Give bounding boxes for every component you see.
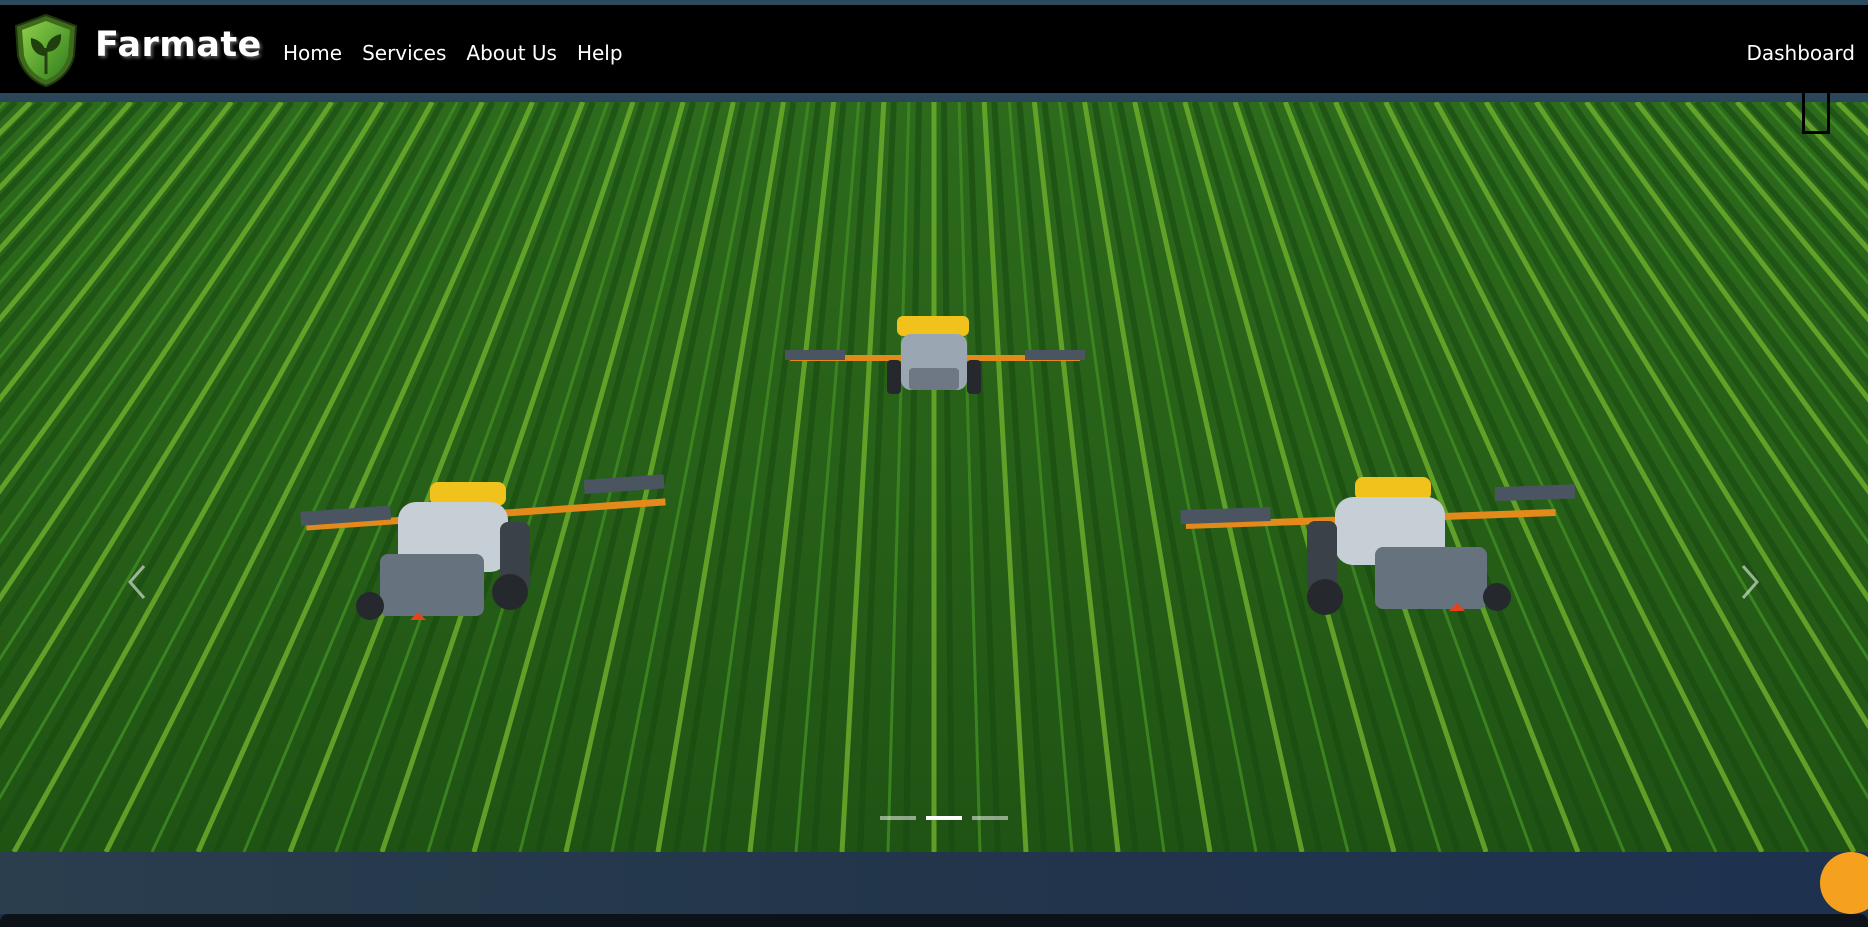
carousel-indicator-1[interactable] bbox=[880, 816, 916, 820]
nav-help[interactable]: Help bbox=[577, 41, 623, 65]
hero-carousel bbox=[0, 102, 1868, 852]
hero-image bbox=[0, 102, 1868, 852]
carousel-indicator-3[interactable] bbox=[972, 816, 1008, 820]
carousel-indicator-2[interactable] bbox=[926, 816, 962, 820]
nav-home[interactable]: Home bbox=[283, 41, 342, 65]
carousel-indicators bbox=[880, 816, 1008, 820]
content-panel-edge bbox=[0, 914, 1868, 927]
dashboard-link[interactable]: Dashboard bbox=[1746, 41, 1855, 65]
dropdown-tab-outline bbox=[1796, 88, 1836, 134]
carousel-prev-button[interactable] bbox=[122, 562, 152, 602]
nav-about-us[interactable]: About Us bbox=[466, 41, 557, 65]
carousel-next-button[interactable] bbox=[1735, 562, 1765, 602]
shield-leaf-icon[interactable] bbox=[10, 12, 82, 88]
nav-links: Home Services About Us Help bbox=[283, 41, 623, 65]
chevron-right-icon bbox=[1741, 565, 1759, 599]
navbar: Farmate Home Services About Us Help Dash… bbox=[0, 5, 1868, 93]
brand-name[interactable]: Farmate bbox=[95, 25, 262, 65]
nav-services[interactable]: Services bbox=[362, 41, 446, 65]
nav-strip bbox=[0, 93, 1868, 102]
section-band bbox=[0, 852, 1868, 914]
chevron-left-icon bbox=[128, 565, 146, 599]
